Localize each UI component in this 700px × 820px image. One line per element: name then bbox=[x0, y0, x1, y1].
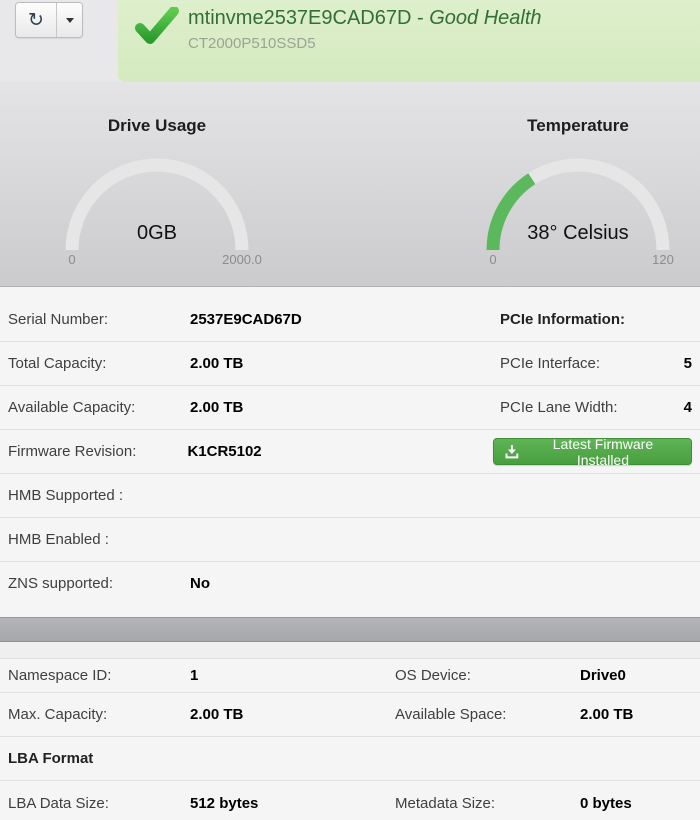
row-label: LBA Data Size: bbox=[8, 795, 190, 812]
table-row-hmb-enabled: HMB Enabled : bbox=[0, 518, 700, 562]
latest-firmware-button[interactable]: Latest Firmware Installed bbox=[493, 438, 692, 465]
row-label: Namespace ID: bbox=[8, 667, 190, 684]
row-right-label: PCIe Interface: bbox=[500, 355, 672, 372]
good-health-check-icon bbox=[134, 7, 180, 50]
temperature-min-tick: 0 bbox=[463, 252, 523, 267]
table-row-hmb-supported: HMB Supported : bbox=[0, 474, 700, 518]
row-right-label: PCIe Lane Width: bbox=[500, 399, 672, 416]
namespace-section-band bbox=[0, 642, 700, 659]
row-label: Total Capacity: bbox=[8, 355, 190, 372]
drive-title: mtinvme2537E9CAD67D - Good Health bbox=[188, 7, 542, 30]
title-separator: - bbox=[411, 7, 429, 29]
drive-info-table: Serial Number: 2537E9CAD67D PCIe Informa… bbox=[0, 287, 700, 617]
drive-usage-max-tick: 2000.0 bbox=[212, 252, 272, 267]
refresh-button-group: ↻ bbox=[15, 2, 83, 38]
row-value: 1 bbox=[190, 667, 395, 684]
download-icon bbox=[505, 445, 519, 459]
row-label: HMB Supported : bbox=[8, 487, 190, 504]
row-label: Available Capacity: bbox=[8, 399, 190, 416]
drive-usage-gauge: Drive Usage 0GB 0 2000.0 bbox=[37, 82, 277, 287]
drive-usage-title: Drive Usage bbox=[37, 116, 277, 136]
drive-usage-min-tick: 0 bbox=[42, 252, 102, 267]
refresh-dropdown-button[interactable] bbox=[56, 3, 82, 37]
table-row-lba-format-header: LBA Format bbox=[0, 737, 700, 781]
chevron-down-icon bbox=[66, 18, 74, 23]
pcie-information-label: PCIe Information: bbox=[500, 311, 672, 328]
row-right-value: 2.00 TB bbox=[580, 706, 633, 723]
row-label: Serial Number: bbox=[8, 311, 190, 328]
drive-usage-value: 0GB bbox=[37, 222, 277, 245]
table-row-max-capacity: Max. Capacity: 2.00 TB Available Space: … bbox=[0, 693, 700, 737]
gauge-section: Drive Usage 0GB 0 2000.0 Temperature 38°… bbox=[0, 82, 700, 287]
row-label: HMB Enabled : bbox=[8, 531, 190, 548]
row-value: 2.00 TB bbox=[190, 399, 500, 416]
row-right-label: Available Space: bbox=[395, 706, 580, 723]
row-value: 512 bytes bbox=[190, 795, 395, 812]
device-name: mtinvme2537E9CAD67D bbox=[188, 7, 411, 29]
row-right-value: 5 bbox=[672, 355, 692, 372]
refresh-icon: ↻ bbox=[28, 11, 44, 30]
row-value: 2.00 TB bbox=[190, 355, 500, 372]
table-row-serial-number: Serial Number: 2537E9CAD67D PCIe Informa… bbox=[0, 298, 700, 342]
drive-model: CT2000P510SSD5 bbox=[188, 35, 542, 52]
refresh-button[interactable]: ↻ bbox=[16, 3, 56, 37]
drive-health-banner: mtinvme2537E9CAD67D - Good Health CT2000… bbox=[118, 0, 700, 82]
table-row-namespace-id: Namespace ID: 1 OS Device: Drive0 bbox=[0, 659, 700, 693]
section-divider-bar bbox=[0, 617, 700, 642]
table-row-zns-supported: ZNS supported: No bbox=[0, 562, 700, 604]
row-value: K1CR5102 bbox=[187, 443, 493, 460]
row-right-value: 4 bbox=[672, 399, 692, 416]
row-label: Max. Capacity: bbox=[8, 706, 190, 723]
table-row-firmware-revision: Firmware Revision: K1CR5102 Latest Firmw… bbox=[0, 430, 700, 474]
latest-firmware-label: Latest Firmware Installed bbox=[526, 436, 680, 468]
row-label: ZNS supported: bbox=[8, 575, 190, 592]
row-value: 2537E9CAD67D bbox=[190, 311, 500, 328]
lba-format-heading: LBA Format bbox=[8, 750, 93, 767]
namespace-info-table: Namespace ID: 1 OS Device: Drive0 Max. C… bbox=[0, 659, 700, 820]
row-label: Firmware Revision: bbox=[8, 443, 187, 460]
row-right-value: Drive0 bbox=[580, 667, 626, 684]
row-right-label: OS Device: bbox=[395, 667, 580, 684]
row-value: 2.00 TB bbox=[190, 706, 395, 723]
temperature-value: 38° Celsius bbox=[458, 222, 698, 245]
table-row-lba-data-size: LBA Data Size: 512 bytes Metadata Size: … bbox=[0, 781, 700, 820]
table-row-total-capacity: Total Capacity: 2.00 TB PCIe Interface: … bbox=[0, 342, 700, 386]
table-row-available-capacity: Available Capacity: 2.00 TB PCIe Lane Wi… bbox=[0, 386, 700, 430]
row-right-value: 0 bytes bbox=[580, 795, 632, 812]
health-status: Good Health bbox=[429, 7, 541, 29]
row-value: No bbox=[190, 575, 500, 592]
top-bar: ↻ mtinvme2537E9CAD67D - Good Health CT20… bbox=[0, 0, 700, 82]
temperature-gauge: Temperature 38° Celsius 0 120 bbox=[458, 82, 698, 287]
row-right-label: Metadata Size: bbox=[395, 795, 580, 812]
temperature-title: Temperature bbox=[458, 116, 698, 136]
temperature-max-tick: 120 bbox=[633, 252, 693, 267]
